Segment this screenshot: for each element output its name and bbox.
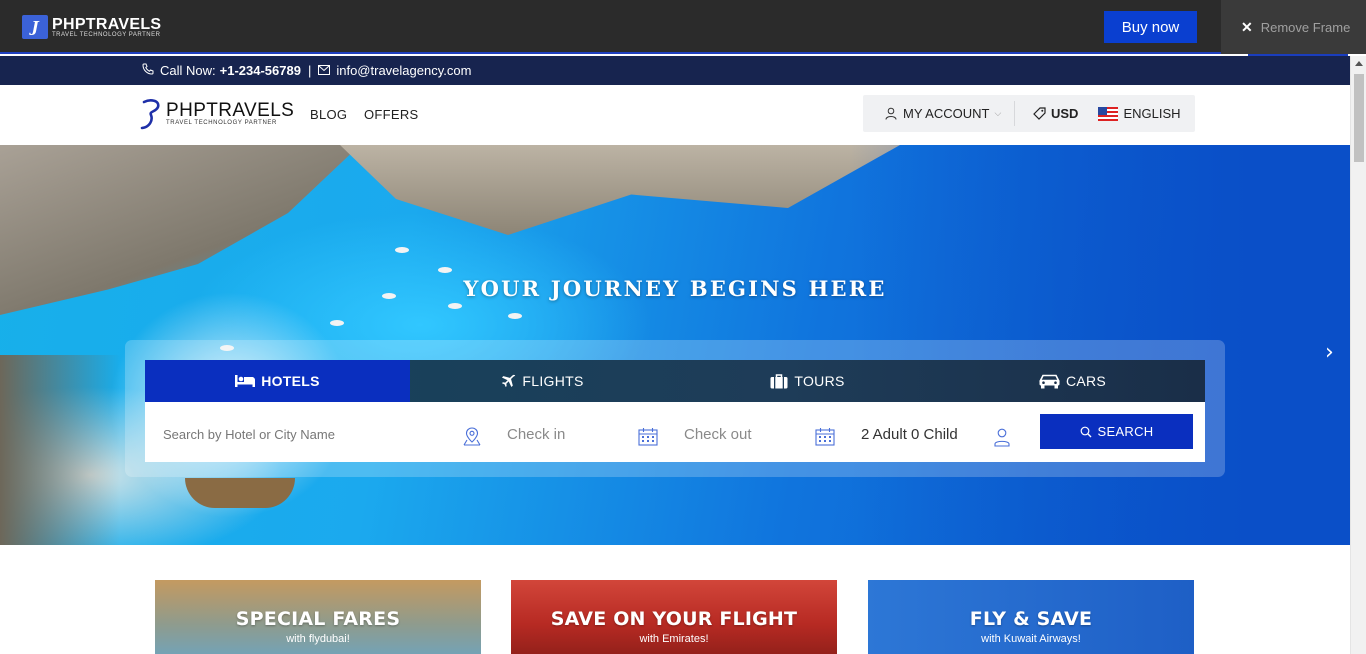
frame-logo-name: PHPTRAVELS: [52, 15, 162, 33]
hero-cliff-top: [340, 145, 900, 235]
check-out-input[interactable]: Check out: [684, 426, 752, 443]
hero-banner: YOUR JOURNEY BEGINS HERE › HOTELS FLIGHT…: [0, 145, 1350, 545]
frame-logo-mark: J: [22, 15, 48, 39]
language-label: ENGLISH: [1123, 106, 1181, 121]
deal-subtitle: with Kuwait Airways!: [981, 633, 1081, 645]
contact-separator: |: [307, 63, 312, 78]
hero-boat: [438, 267, 452, 273]
logo-name: PHPTRAVELS: [166, 100, 295, 121]
suitcase-icon: [770, 373, 788, 388]
call-label: Call Now:: [160, 63, 216, 78]
plane-icon: [502, 374, 516, 387]
page-scrollbar[interactable]: [1350, 56, 1366, 654]
contact-strip: Call Now: +1-234-56789 | info@travelagen…: [0, 56, 1350, 85]
hotel-search-form: Search by Hotel or City Name Check in Ch…: [145, 402, 1205, 462]
frame-logo-tagline: TRAVEL TECHNOLOGY PARTNER: [52, 31, 161, 38]
frame-logo[interactable]: J PHPTRAVELS TRAVEL TECHNOLOGY PARTNER: [22, 15, 161, 39]
currency-selector[interactable]: USD: [1015, 106, 1078, 121]
hero-boat: [448, 303, 462, 309]
scroll-up-arrow[interactable]: [1355, 61, 1363, 66]
remove-frame-button[interactable]: ✕ Remove Frame: [1221, 0, 1366, 54]
hero-title: YOUR JOURNEY BEGINS HERE: [463, 276, 887, 301]
remove-frame-label: Remove Frame: [1260, 19, 1351, 35]
us-flag-icon: [1098, 106, 1119, 121]
nav-utility-box: MY ACCOUNT ⌵ USD ENGLISH: [863, 95, 1195, 132]
chevron-down-icon: ⌵: [994, 108, 1002, 118]
car-icon: [1039, 374, 1060, 388]
deal-subtitle: with flydubai!: [286, 633, 350, 645]
tab-flights-label: FLIGHTS: [522, 373, 584, 389]
nav-link-offers[interactable]: OFFERS: [364, 107, 419, 122]
buy-now-button[interactable]: Buy now: [1104, 11, 1197, 43]
deal-card[interactable]: FLY & SAVE with Kuwait Airways!: [868, 580, 1194, 654]
tab-flights[interactable]: FLIGHTS: [410, 360, 675, 402]
language-selector[interactable]: ENGLISH: [1098, 106, 1181, 121]
my-account-dropdown[interactable]: MY ACCOUNT ⌵: [863, 101, 1015, 126]
hero-ship: [185, 478, 295, 508]
deal-card[interactable]: SAVE ON YOUR FLIGHT with Emirates!: [511, 580, 837, 654]
search-tabs: HOTELS FLIGHTS TOURS CARS: [145, 360, 1205, 402]
deal-title: FLY & SAVE: [969, 608, 1093, 630]
envelope-icon: [318, 64, 331, 78]
deal-card[interactable]: SPECIAL FARES with flydubai!: [155, 580, 481, 654]
user-icon: [994, 428, 1010, 447]
logo-tagline: TRAVEL TECHNOLOGY PARTNER: [166, 120, 277, 126]
search-button[interactable]: SEARCH: [1040, 414, 1193, 449]
search-button-label: SEARCH: [1097, 424, 1154, 439]
tab-tours[interactable]: TOURS: [675, 360, 940, 402]
phone-number[interactable]: +1-234-56789: [220, 63, 301, 78]
hero-boat: [508, 313, 522, 319]
bed-icon: [235, 375, 256, 387]
email-link[interactable]: info@travelagency.com: [336, 63, 471, 78]
my-account-label: MY ACCOUNT: [903, 106, 990, 121]
x-icon: ✕: [1241, 18, 1253, 35]
deal-title: SPECIAL FARES: [235, 608, 401, 630]
tab-hotels-label: HOTELS: [261, 373, 320, 389]
tab-hotels[interactable]: HOTELS: [145, 360, 410, 402]
tab-tours-label: TOURS: [794, 373, 845, 389]
main-nav: PHPTRAVELS TRAVEL TECHNOLOGY PARTNER BLO…: [0, 85, 1350, 145]
guests-selector[interactable]: 2 Adult 0 Child: [861, 426, 958, 443]
check-in-input[interactable]: Check in: [507, 426, 565, 443]
scroll-thumb[interactable]: [1354, 74, 1364, 162]
search-icon: [1080, 426, 1091, 437]
tag-icon: [1033, 107, 1046, 120]
chevron-right-icon[interactable]: ›: [1325, 340, 1334, 365]
hero-boat: [330, 320, 344, 326]
phone-icon: [142, 63, 154, 78]
currency-label: USD: [1051, 106, 1079, 121]
deal-title: SAVE ON YOUR FLIGHT: [550, 608, 798, 630]
hero-boat: [395, 247, 409, 253]
site-logo[interactable]: PHPTRAVELS TRAVEL TECHNOLOGY PARTNER: [138, 98, 294, 130]
tab-cars-label: CARS: [1065, 373, 1107, 389]
tab-cars[interactable]: CARS: [940, 360, 1205, 402]
calendar-icon: [638, 428, 658, 446]
deals-section: SPECIAL FARES with flydubai! SAVE ON YOU…: [0, 545, 1350, 654]
map-pin-icon: [463, 427, 481, 446]
demo-frame-bar: J PHPTRAVELS TRAVEL TECHNOLOGY PARTNER B…: [0, 0, 1366, 54]
user-icon: [885, 107, 897, 120]
search-panel: HOTELS FLIGHTS TOURS CARS Search by Hote…: [125, 340, 1225, 477]
nav-link-blog[interactable]: BLOG: [310, 107, 347, 122]
destination-input[interactable]: Search by Hotel or City Name: [163, 427, 335, 442]
hero-cliff-bottom: [0, 355, 120, 545]
calendar-icon: [815, 428, 835, 446]
logo-mark-icon: [140, 99, 160, 130]
deal-subtitle: with Emirates!: [639, 633, 709, 645]
